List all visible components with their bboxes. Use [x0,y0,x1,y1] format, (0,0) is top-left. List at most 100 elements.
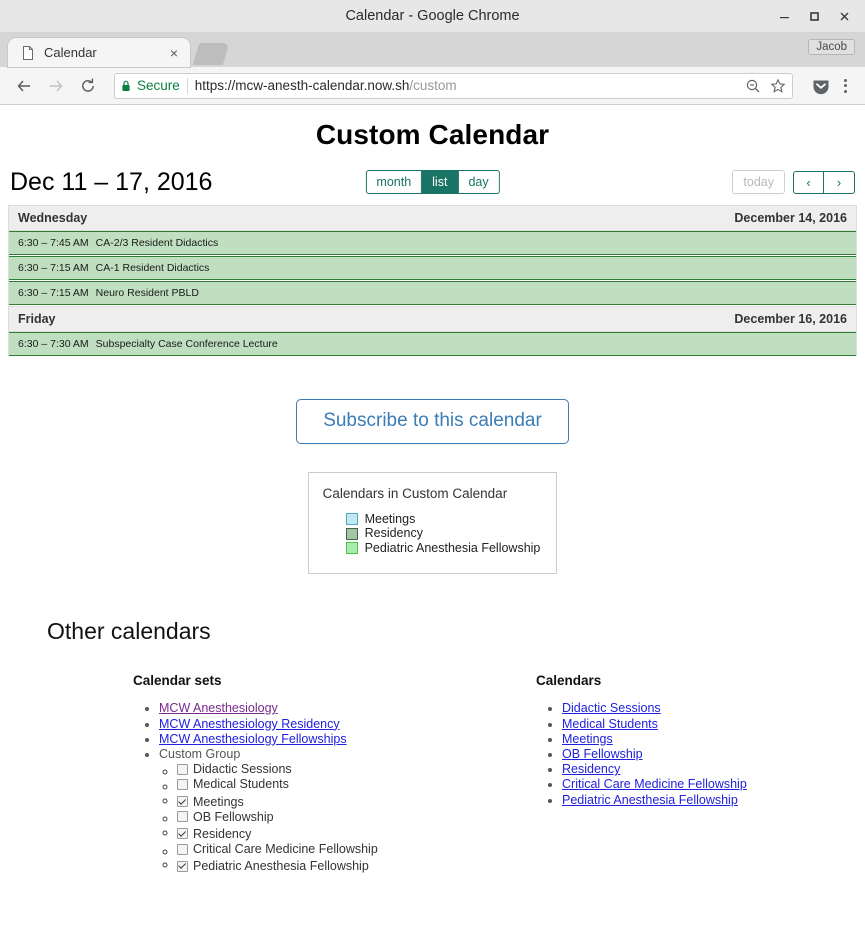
tab-close-icon[interactable]: × [166,45,182,61]
calendar-sets-column: Calendar sets MCW Anesthesiology MCW Ane… [133,673,533,874]
zoom-out-icon[interactable] [745,78,761,94]
checkbox-critical-care-medicine-fellowship[interactable] [177,843,188,855]
day-weekday: Wednesday [18,211,88,225]
new-tab-button[interactable] [192,43,230,65]
calendar-link-meetings[interactable]: Meetings [562,732,613,746]
checkbox-residency[interactable] [177,828,188,840]
list-item: Meetings [177,793,533,809]
checkbox-ob-fellowship[interactable] [177,811,188,823]
list-item: Residency [177,825,533,841]
calendar-sets-list: MCW Anesthesiology MCW Anesthesiology Re… [133,701,533,873]
calendar-link-residency[interactable]: Residency [562,762,620,776]
calendar-event-row[interactable]: 6:30 – 7:45 AM CA-2/3 Resident Didactics [9,231,856,255]
calendars-heading: Calendars [536,673,602,689]
window-controls [769,0,859,33]
custom-group-list: Didactic Sessions Medical Students [159,762,533,873]
calendar-link-ob-fellowship[interactable]: OB Fellowship [562,747,643,761]
view-button-list[interactable]: list [422,169,459,195]
list-item: Critical Care Medicine Fellowship [177,842,533,856]
day-header: Friday December 16, 2016 [9,306,856,332]
legend-section: Calendars in Custom Calendar Meetings Re… [0,471,865,575]
prev-next-group: ‹ › [793,170,855,194]
checkbox-label: Residency [193,826,252,841]
checkbox-meetings[interactable] [177,796,188,808]
calendar-nav-controls: today ‹ › [732,169,855,195]
view-button-day[interactable]: day [458,169,500,195]
event-title: Neuro Resident PBLD [95,287,199,299]
back-icon[interactable] [10,72,38,100]
calendar-set-link-mcw-anesthesiology[interactable]: MCW Anesthesiology [159,701,278,715]
page-content: Custom Calendar Dec 11 – 17, 2016 month … [0,119,865,875]
checkbox-label: Meetings [193,794,244,809]
prev-period-button[interactable]: ‹ [793,170,824,194]
other-calendars-columns: Calendar sets MCW Anesthesiology MCW Ane… [0,673,865,874]
view-button-month[interactable]: month [365,169,423,195]
checkbox-label: Medical Students [193,777,289,792]
browser-titlebar: Calendar - Google Chrome [0,0,865,33]
bookmark-star-icon[interactable] [770,77,786,94]
other-calendars-heading: Other calendars [47,618,211,645]
browser-toolbar: Secure https://mcw-anesth-calendar.now.s… [0,67,865,105]
legend-item: Residency [345,526,541,541]
event-time: 6:30 – 7:15 AM [18,287,89,299]
calendar-event-row[interactable]: 6:30 – 7:30 AM Subspecialty Case Confere… [9,332,856,356]
address-bar[interactable]: Secure https://mcw-anesth-calendar.now.s… [114,72,793,99]
list-item: Didactic Sessions [562,701,836,715]
calendar-link-pediatric-anesthesia-fellowship[interactable]: Pediatric Anesthesia Fellowship [562,793,738,807]
chrome-menu-icon[interactable] [835,75,855,97]
calendar-link-didactic-sessions[interactable]: Didactic Sessions [562,701,661,715]
url-path: /custom [409,78,457,93]
legend-item: Meetings [345,511,541,527]
calendar-event-row[interactable]: 6:30 – 7:15 AM CA-1 Resident Didactics [9,256,856,280]
list-item: Custom Group Didactic Sessions Medical [159,747,533,873]
checkbox-label: Critical Care Medicine Fellowship [193,842,378,857]
list-item: Meetings [562,732,836,746]
page-title: Custom Calendar [315,119,550,150]
forward-icon[interactable] [42,72,70,100]
list-item: Pediatric Anesthesia Fellowship [177,857,533,873]
list-item: MCW Anesthesiology [159,701,533,715]
security-label: Secure [137,78,180,93]
next-period-button[interactable]: › [824,170,855,194]
calendar-list-view: Wednesday December 14, 2016 6:30 – 7:45 … [8,205,857,356]
event-time: 6:30 – 7:30 AM [18,338,89,350]
calendar-date-range: Dec 11 – 17, 2016 [10,167,213,196]
list-item: OB Fellowship [562,747,836,761]
event-time: 6:30 – 7:45 AM [18,237,89,249]
color-swatch-icon [345,527,358,540]
custom-group-label: Custom Group [159,747,241,761]
view-switcher: month list day [365,169,500,195]
maximize-icon[interactable] [799,0,829,33]
today-button[interactable]: today [732,169,785,195]
checkbox-didactic-sessions[interactable] [177,763,188,775]
tab-title: Calendar [44,45,97,60]
calendar-set-link-mcw-anesthesiology-residency[interactable]: MCW Anesthesiology Residency [159,717,340,731]
calendar-set-link-mcw-anesthesiology-fellowships[interactable]: MCW Anesthesiology Fellowships [159,732,347,746]
event-title: CA-2/3 Resident Didactics [95,237,219,249]
calendars-column: Calendars Didactic Sessions Medical Stud… [536,673,836,874]
calendar-link-medical-students[interactable]: Medical Students [562,717,658,731]
pocket-icon[interactable] [811,76,831,96]
event-title: CA-1 Resident Didactics [95,262,210,274]
checkbox-medical-students[interactable] [177,779,188,790]
list-item: MCW Anesthesiology Residency [159,717,533,731]
list-item: Residency [562,762,836,776]
calendar-toolbar: Dec 11 – 17, 2016 month list day today ‹… [10,167,855,197]
minimize-icon[interactable] [769,0,799,33]
legend-item-label: Meetings [364,511,416,526]
close-icon[interactable] [829,0,859,33]
browser-tab-calendar[interactable]: Calendar × [8,38,190,67]
reload-icon[interactable] [74,72,102,100]
day-weekday: Friday [18,312,56,326]
url-host: https://mcw-anesth-calendar.now.sh [194,78,410,93]
page-favicon-icon [20,45,36,61]
calendar-sets-heading: Calendar sets [133,673,222,689]
checkbox-pediatric-anesthesia-fellowship[interactable] [177,860,188,872]
list-item: Pediatric Anesthesia Fellowship [562,793,836,807]
list-item: Medical Students [562,717,836,731]
calendar-event-row[interactable]: 6:30 – 7:15 AM Neuro Resident PBLD [9,281,856,305]
calendar-link-critical-care-medicine-fellowship[interactable]: Critical Care Medicine Fellowship [562,777,747,791]
day-header: Wednesday December 14, 2016 [9,206,856,231]
subscribe-button[interactable]: Subscribe to this calendar [296,399,569,444]
profile-button[interactable]: Jacob [808,39,855,55]
